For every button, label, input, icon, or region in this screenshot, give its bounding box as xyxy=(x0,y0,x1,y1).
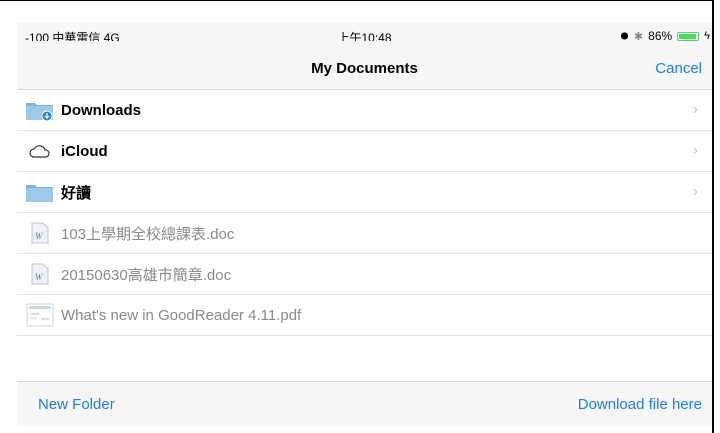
downloads-folder-icon xyxy=(25,98,55,122)
chevron-right-icon: › xyxy=(692,101,698,118)
chevron-right-icon: › xyxy=(692,142,698,159)
battery-icon xyxy=(677,31,700,41)
list-item-doc-brochure[interactable]: W 20150630高雄市簡章.doc xyxy=(17,254,712,295)
list-item-haodu[interactable]: 好讀 › xyxy=(17,172,712,213)
list-item-label: Downloads xyxy=(61,101,142,119)
status-bar: -100 中華電信 4G 上午10:48 ✱ 86% ϟ xyxy=(17,23,712,45)
list-item-pdf[interactable]: What's new in GoodReader 4.11.pdf xyxy=(17,295,712,336)
pdf-icon xyxy=(25,303,55,327)
cloud-icon xyxy=(25,139,55,163)
cancel-button[interactable]: Cancel xyxy=(655,60,702,77)
navigation-bar: My Documents Cancel xyxy=(17,41,712,90)
ipad-screen: -100 中華電信 4G 上午10:48 ✱ 86% ϟ My Document… xyxy=(0,0,714,433)
chevron-right-icon: › xyxy=(692,183,698,200)
word-doc-icon: W xyxy=(25,221,55,245)
list-item-icloud[interactable]: iCloud › xyxy=(17,131,712,172)
new-folder-button[interactable]: New Folder xyxy=(38,396,115,413)
download-file-here-button[interactable]: Download file here xyxy=(578,396,702,413)
list-item-label: 103上學期全校總課表.doc xyxy=(61,225,235,243)
list-item-downloads[interactable]: Downloads › xyxy=(17,90,712,131)
list-item-label: 好讀 xyxy=(61,184,92,202)
bottom-toolbar: New Folder Download file here xyxy=(17,381,712,426)
document-list: Downloads › iCloud › 好讀 › W 103上學期全校總課表.… xyxy=(17,90,712,336)
word-doc-icon: W xyxy=(25,262,55,286)
page-title: My Documents xyxy=(311,60,418,77)
list-item-label: 20150630高雄市簡章.doc xyxy=(61,266,232,284)
list-item-label: What's new in GoodReader 4.11.pdf xyxy=(61,306,302,324)
list-item-label: iCloud xyxy=(61,142,108,160)
list-item-doc-schedule[interactable]: W 103上學期全校總課表.doc xyxy=(17,213,712,254)
folder-icon xyxy=(25,180,55,204)
